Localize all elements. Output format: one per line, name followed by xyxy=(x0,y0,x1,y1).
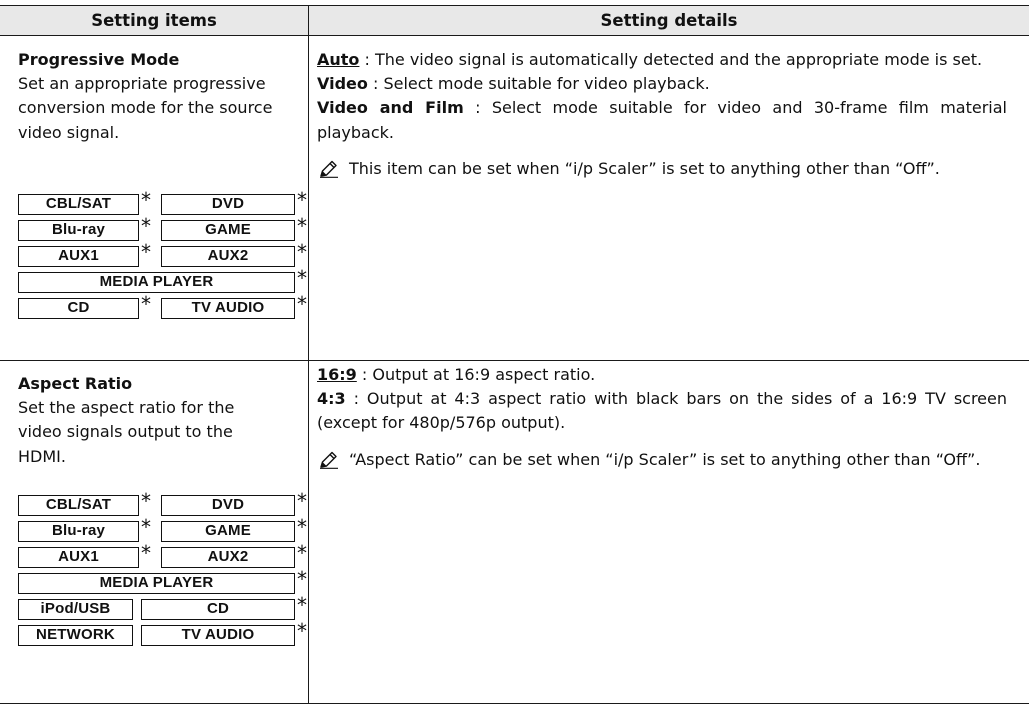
source-row: CBL/SAT * DVD * xyxy=(18,188,308,217)
note: “Aspect Ratio” can be set when “i/p Scal… xyxy=(317,448,1007,472)
option-name: Video and Film xyxy=(317,98,464,118)
source-row: Blu-ray * GAME * xyxy=(18,214,308,243)
setting-title: Aspect Ratio xyxy=(18,374,133,393)
star-mark: * xyxy=(297,593,307,617)
source-badge: Blu-ray xyxy=(18,220,139,241)
input-source-list: CBL/SAT * DVD * Blu-ray * GAME * AUX1 * … xyxy=(18,188,308,322)
settings-page: Setting items Setting details Progressiv… xyxy=(0,0,1029,704)
star-mark: * xyxy=(141,188,151,212)
source-row: CBL/SAT * DVD * xyxy=(18,489,308,518)
note-text: “Aspect Ratio” can be set when “i/p Scal… xyxy=(349,449,981,469)
header-setting-items: Setting items xyxy=(91,11,217,30)
source-row: MEDIA PLAYER * xyxy=(18,266,308,295)
source-badge: CD xyxy=(141,599,295,620)
option-text: : Output at 16:9 aspect ratio. xyxy=(356,365,596,384)
star-mark: * xyxy=(297,188,307,212)
table-row-progressive-mode: Progressive Mode Set an appropriate prog… xyxy=(0,36,1029,360)
source-row: MEDIA PLAYER * xyxy=(18,567,308,596)
setting-details-cell: Auto : The video signal is automatically… xyxy=(317,48,1007,181)
setting-item-cell: Aspect Ratio Set the aspect ratio for th… xyxy=(18,372,303,469)
option-description: 4:3 : Output at 4:3 aspect ratio with bl… xyxy=(317,387,1007,435)
setting-item-cell: Progressive Mode Set an appropriate prog… xyxy=(18,48,303,145)
source-badge: MEDIA PLAYER xyxy=(18,573,295,594)
option-text: : Select mode suitable for video playbac… xyxy=(367,74,710,94)
source-badge: GAME xyxy=(161,220,295,241)
star-mark: * xyxy=(297,567,307,591)
source-badge: DVD xyxy=(161,495,295,516)
option-name: Auto xyxy=(317,50,360,69)
source-row: NETWORK TV AUDIO * xyxy=(18,619,308,648)
star-mark: * xyxy=(297,619,307,643)
pencil-note-icon xyxy=(320,160,338,178)
star-mark: * xyxy=(141,240,151,264)
source-badge: AUX1 xyxy=(18,246,139,267)
source-badge: AUX2 xyxy=(161,246,295,267)
source-badge: CBL/SAT xyxy=(18,194,139,215)
setting-title: Progressive Mode xyxy=(18,50,180,69)
pencil-note-icon xyxy=(320,451,338,469)
star-mark: * xyxy=(297,541,307,565)
option-name: 4:3 xyxy=(317,389,346,409)
source-row: CD * TV AUDIO * xyxy=(18,292,308,321)
star-mark: * xyxy=(297,214,307,238)
setting-description: Set an appropriate progressive conversio… xyxy=(18,74,273,142)
star-mark: * xyxy=(297,489,307,513)
setting-details-cell: 16:9 : Output at 16:9 aspect ratio. 4:3 … xyxy=(317,363,1007,472)
star-mark: * xyxy=(297,515,307,539)
star-mark: * xyxy=(297,240,307,264)
note: This item can be set when “i/p Scaler” i… xyxy=(317,157,1007,181)
star-mark: * xyxy=(141,541,151,565)
header-setting-details: Setting details xyxy=(600,11,738,30)
source-row: iPod/USB CD * xyxy=(18,593,308,622)
source-badge: AUX2 xyxy=(161,547,295,568)
option-text: : Output at 4:3 aspect ratio with black … xyxy=(317,389,1007,433)
star-mark: * xyxy=(297,292,307,316)
option-name: 16:9 xyxy=(317,365,357,384)
setting-description: Set the aspect ratio for the video signa… xyxy=(18,398,235,466)
option-description: Video : Select mode suitable for video p… xyxy=(317,72,1007,96)
option-description: Video and Film : Select mode suitable fo… xyxy=(317,96,1007,144)
star-mark: * xyxy=(141,515,151,539)
source-badge: MEDIA PLAYER xyxy=(18,272,295,293)
star-mark: * xyxy=(141,489,151,513)
source-badge: DVD xyxy=(161,194,295,215)
input-source-list: CBL/SAT * DVD * Blu-ray * GAME * AUX1 * … xyxy=(18,489,308,649)
star-mark: * xyxy=(141,214,151,238)
option-description: 16:9 : Output at 16:9 aspect ratio. xyxy=(317,363,1007,387)
source-row: Blu-ray * GAME * xyxy=(18,515,308,544)
star-mark: * xyxy=(141,292,151,316)
source-badge: AUX1 xyxy=(18,547,139,568)
source-badge: CD xyxy=(18,298,139,319)
source-badge: CBL/SAT xyxy=(18,495,139,516)
source-badge: TV AUDIO xyxy=(161,298,295,319)
source-row: AUX1 * AUX2 * xyxy=(18,541,308,570)
star-mark: * xyxy=(297,266,307,290)
source-badge: NETWORK xyxy=(18,625,133,646)
option-text: : The video signal is automatically dete… xyxy=(359,50,983,69)
table-header: Setting items Setting details xyxy=(0,6,1029,36)
source-row: AUX1 * AUX2 * xyxy=(18,240,308,269)
option-name: Video xyxy=(317,74,368,94)
source-badge: iPod/USB xyxy=(18,599,133,620)
source-badge: Blu-ray xyxy=(18,521,139,542)
table-row-aspect-ratio: Aspect Ratio Set the aspect ratio for th… xyxy=(0,360,1029,703)
source-badge: GAME xyxy=(161,521,295,542)
source-badge: TV AUDIO xyxy=(141,625,295,646)
note-text: This item can be set when “i/p Scaler” i… xyxy=(349,158,940,178)
option-description: Auto : The video signal is automatically… xyxy=(317,48,1007,72)
